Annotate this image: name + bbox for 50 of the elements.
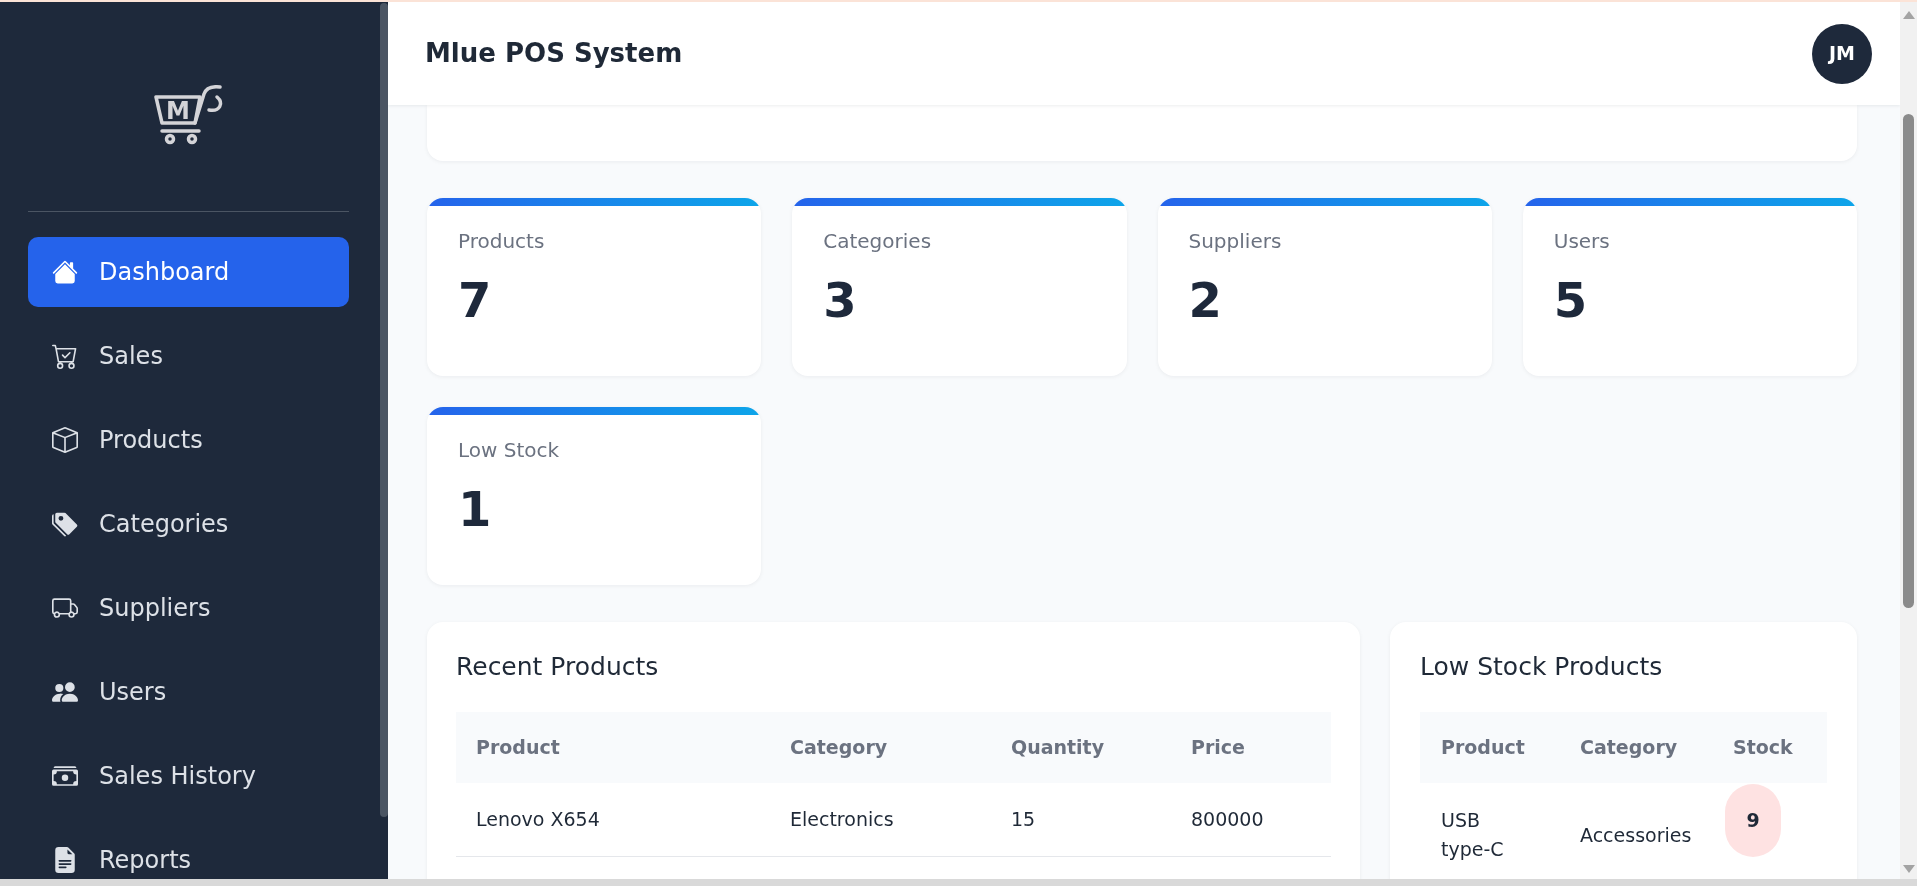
- box-icon: [52, 427, 78, 453]
- column-header: Category: [1579, 735, 1678, 761]
- stat-label: Low Stock: [458, 437, 561, 463]
- sidebar-item[interactable]: Reports: [28, 825, 349, 879]
- logo-letter: M: [166, 96, 190, 125]
- column-header: Product: [1440, 735, 1525, 761]
- sidebar-item[interactable]: Products: [28, 405, 349, 475]
- stat-value: 5: [1553, 272, 1589, 328]
- sidebar-item[interactable]: Dashboard: [28, 237, 349, 307]
- table-cell-text: Electronics: [789, 807, 894, 833]
- stat-value: 2: [1188, 272, 1223, 328]
- people-icon: [52, 679, 78, 705]
- column-header: Stock: [1732, 735, 1793, 761]
- sidebar-item[interactable]: Sales: [28, 321, 349, 391]
- table-cell-text: USB type-C: [1441, 808, 1505, 862]
- stat-label: Users: [1553, 228, 1611, 254]
- column-header: Price: [1190, 735, 1245, 761]
- column-header: Quantity: [1010, 735, 1105, 761]
- column-header: Category: [789, 735, 888, 761]
- document-icon: [52, 847, 78, 873]
- stat-value: 7: [458, 272, 493, 328]
- scroll-down-icon[interactable]: [1902, 865, 1915, 873]
- table-cell-text: 800000: [1190, 807, 1264, 833]
- sidebar-item[interactable]: Users: [28, 657, 349, 727]
- table-cell-text: Accessories: [1579, 822, 1692, 848]
- stock-badge: 9: [1725, 784, 1781, 857]
- panel-title: Recent Products: [456, 652, 660, 682]
- scrollbar-thumb[interactable]: [1903, 114, 1914, 608]
- app-title: Mlue POS System: [425, 37, 683, 70]
- truck-icon: [52, 595, 78, 621]
- banknote-icon: [52, 763, 78, 789]
- panel-title: Low Stock Products: [1420, 652, 1664, 682]
- sidebar-item[interactable]: Sales History: [28, 741, 349, 811]
- stat-label: Categories: [823, 228, 933, 254]
- stat-label: Suppliers: [1188, 228, 1283, 254]
- stat-value: 1: [458, 481, 493, 537]
- table-cell-text: 15: [1010, 807, 1036, 833]
- sidebar-item[interactable]: Suppliers: [28, 573, 349, 643]
- house-icon: [52, 259, 78, 285]
- user-avatar[interactable]: JM: [1812, 23, 1872, 84]
- scrollbar-thumb[interactable]: [380, 3, 388, 817]
- stat-value: 3: [823, 272, 858, 328]
- table-cell-text: Lenovo X654: [475, 807, 600, 833]
- tags-icon: [52, 511, 78, 537]
- sidebar-item[interactable]: Categories: [28, 489, 349, 559]
- scroll-up-icon[interactable]: [1902, 11, 1915, 19]
- cart-icon: [52, 343, 78, 369]
- cart-logo-icon: [154, 84, 223, 144]
- column-header: Product: [475, 735, 560, 761]
- stat-label: Products: [458, 228, 546, 254]
